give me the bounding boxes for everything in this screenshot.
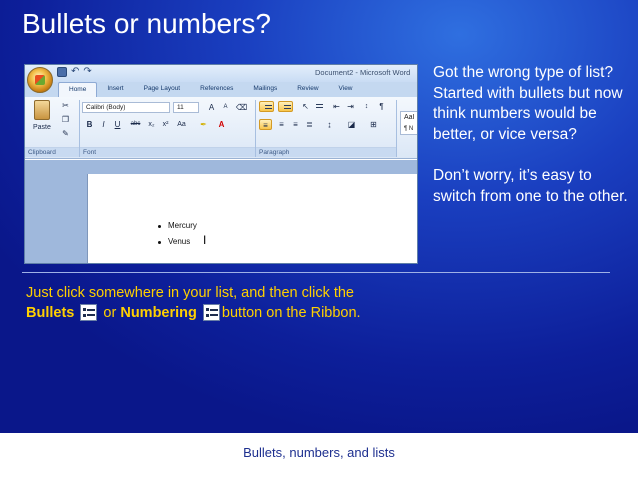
bullets-button[interactable] <box>259 101 274 112</box>
font-color-icon[interactable]: A <box>215 119 228 130</box>
undo-icon[interactable]: ↶ <box>71 67 79 77</box>
paste-label: Paste <box>33 124 51 131</box>
word-title-bar: ↶ ↷ Document2 - Microsoft Word <box>25 65 417 82</box>
bullet-icon <box>158 225 161 228</box>
change-case-icon[interactable]: Aa <box>175 119 188 130</box>
line-spacing-icon[interactable]: ↨ <box>323 119 336 130</box>
font-name-box[interactable]: Calibri (Body) <box>82 102 170 113</box>
or-word: or <box>103 305 117 321</box>
paragraph: Got the wrong type of list? Started with… <box>433 64 623 143</box>
bullet-icon <box>158 241 161 244</box>
ribbon-tabs: Home Insert Page Layout References Maili… <box>25 82 417 97</box>
divider <box>22 272 610 273</box>
tab-insert[interactable]: Insert <box>97 82 133 97</box>
cursor-icon: ↖ <box>302 102 309 111</box>
show-marks-icon[interactable]: ¶ <box>375 101 388 112</box>
save-icon[interactable] <box>57 67 67 77</box>
ribbon: Paste ✂ ❐ ✎ Clipboard Calibri (Body) 11 … <box>25 97 417 159</box>
quick-access-toolbar: ↶ ↷ <box>57 67 92 77</box>
document-title: Document2 - Microsoft Word <box>315 68 411 77</box>
bullets-button-icon <box>80 304 98 321</box>
group-clipboard: Clipboard <box>25 147 79 157</box>
highlight-icon[interactable]: ✒ <box>197 119 210 130</box>
numbering-word: Numbering <box>120 305 197 321</box>
tab-mailings[interactable]: Mailings <box>243 82 287 97</box>
list-item[interactable]: Venus <box>168 237 190 246</box>
sort-icon[interactable]: ↕ <box>360 101 373 112</box>
redo-icon[interactable]: ↷ <box>83 67 91 77</box>
superscript-icon[interactable]: x² <box>159 119 172 130</box>
subscript-icon[interactable]: x₂ <box>145 119 158 130</box>
cut-icon[interactable]: ✂ <box>59 100 72 111</box>
numbering-button-icon <box>202 304 220 321</box>
button-text: button on the Ribbon. <box>221 305 361 321</box>
borders-icon[interactable]: ⊞ <box>367 119 380 130</box>
decrease-indent-icon[interactable]: ⇤ <box>330 101 343 112</box>
tab-review[interactable]: Review <box>287 82 328 97</box>
align-center-icon[interactable]: ≡ <box>275 119 288 130</box>
font-size-box[interactable]: 11 <box>173 102 199 113</box>
align-left-icon[interactable]: ≡ <box>259 119 272 130</box>
paragraph: Don’t worry, it’s easy to switch from on… <box>433 167 628 205</box>
shading-icon[interactable]: ◪ <box>345 119 358 130</box>
shrink-font-icon[interactable]: A <box>219 102 232 113</box>
underline-icon[interactable]: U <box>111 119 124 130</box>
italic-icon[interactable]: I <box>97 119 110 130</box>
align-right-icon[interactable]: ≡ <box>289 119 302 130</box>
tab-page-layout[interactable]: Page Layout <box>134 82 191 97</box>
slide-footer: Bullets, numbers, and lists <box>243 445 395 460</box>
bottom-text: Just click somewhere in your list, and t… <box>26 283 446 323</box>
document-page[interactable]: Mercury Venus I <box>87 174 417 263</box>
clear-format-icon[interactable]: ⌫ <box>235 102 248 113</box>
tab-home[interactable]: Home <box>58 82 98 97</box>
numbering-button[interactable] <box>278 101 293 112</box>
group-font: Font <box>80 147 255 157</box>
style-preview: AaI <box>404 114 415 121</box>
slide: Bullets or numbers? ↶ ↷ Document2 - Micr… <box>0 0 638 433</box>
justify-icon[interactable]: ≣ <box>303 119 316 130</box>
tab-references[interactable]: References <box>190 82 243 97</box>
instruction-line: Just click somewhere in your list, and t… <box>26 285 354 301</box>
tab-view[interactable]: View <box>329 82 363 97</box>
copy-icon[interactable]: ❐ <box>59 114 72 125</box>
bold-icon[interactable]: B <box>83 119 96 130</box>
separator <box>396 100 397 157</box>
increase-indent-icon[interactable]: ⇥ <box>344 101 357 112</box>
list-item[interactable]: Mercury <box>168 221 197 230</box>
style-quick-box[interactable]: AaI ¶ N <box>400 111 417 135</box>
multilevel-list-icon[interactable] <box>312 101 325 112</box>
strikethrough-icon[interactable]: abc <box>129 119 142 130</box>
word-screenshot: ↶ ↷ Document2 - Microsoft Word Home Inse… <box>24 64 418 264</box>
format-painter-icon[interactable]: ✎ <box>59 128 72 139</box>
bullets-word: Bullets <box>26 305 75 321</box>
style-label: ¶ N <box>404 126 414 132</box>
document-area: Mercury Venus I <box>25 160 417 263</box>
paste-icon[interactable] <box>34 100 50 120</box>
slide-title: Bullets or numbers? <box>22 8 272 39</box>
office-button[interactable] <box>27 67 53 93</box>
right-text: Got the wrong type of list? Started with… <box>433 63 633 228</box>
grow-font-icon[interactable]: A <box>205 102 218 113</box>
text-cursor-icon: I <box>203 233 207 247</box>
group-paragraph: Paragraph <box>256 147 396 157</box>
